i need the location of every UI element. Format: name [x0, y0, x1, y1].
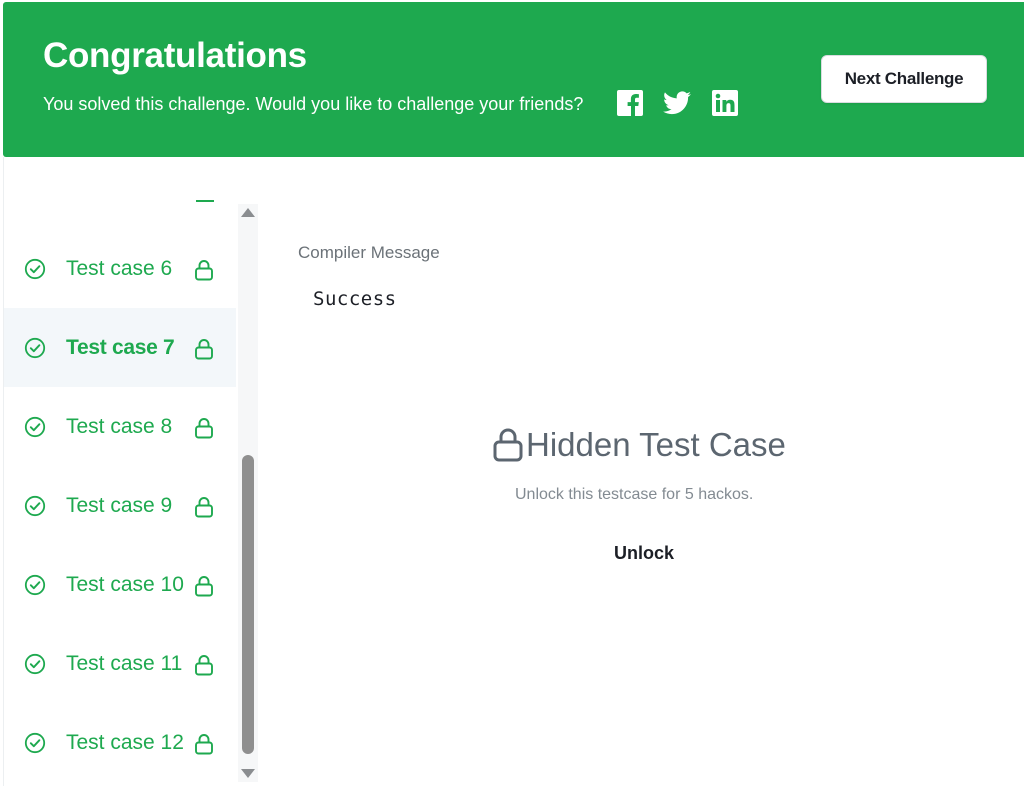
test-case-scrollbar[interactable] — [238, 204, 258, 782]
test-case-label: Test case 12 — [66, 730, 184, 754]
test-case-label: Test case 6 — [66, 256, 173, 280]
scrollbar-thumb[interactable] — [242, 455, 254, 754]
previous-item-indicator — [196, 200, 214, 202]
hidden-test-case-title: Hidden Test Case — [526, 426, 786, 463]
lock-icon — [195, 496, 213, 517]
linkedin-icon[interactable] — [711, 89, 739, 117]
lock-icon — [195, 654, 213, 675]
test-case-item[interactable]: Test case 8 — [4, 387, 236, 466]
check-circle-icon — [24, 653, 46, 674]
banner-subtitle: You solved this challenge. Would you lik… — [43, 94, 584, 114]
test-case-item[interactable]: Test case 12 — [4, 703, 236, 782]
test-case-item[interactable]: Test case 9 — [4, 466, 236, 545]
check-circle-icon — [24, 337, 46, 358]
test-case-label: Test case 10 — [66, 572, 184, 596]
facebook-icon[interactable] — [616, 89, 644, 117]
test-case-label: Test case 9 — [66, 493, 173, 517]
test-case-label: Test case 11 — [66, 651, 183, 675]
next-challenge-button[interactable]: Next Challenge — [821, 55, 987, 103]
unlock-button[interactable]: Unlock — [604, 540, 684, 566]
lock-icon — [195, 259, 213, 280]
lock-icon — [195, 338, 213, 359]
test-case-panel: Test case 6 Test case 7 Test case 8 Test… — [3, 157, 259, 786]
compiler-message-label: Compiler Message — [298, 243, 440, 262]
test-case-label: Test case 7 — [66, 335, 175, 359]
check-circle-icon — [24, 495, 46, 516]
lock-icon — [195, 417, 213, 438]
check-circle-icon — [24, 574, 46, 595]
success-banner: Congratulations You solved this challeng… — [3, 2, 1024, 157]
test-case-list: Test case 6 Test case 7 Test case 8 Test… — [4, 229, 236, 782]
lock-icon — [195, 575, 213, 596]
test-case-item[interactable]: Test case 10 — [4, 545, 236, 624]
unlock-description: Unlock this testcase for 5 hackos. — [515, 486, 754, 503]
scroll-down-arrow-icon[interactable] — [241, 769, 255, 778]
lock-icon — [493, 428, 523, 462]
check-circle-icon — [24, 732, 46, 753]
check-circle-icon — [24, 258, 46, 279]
test-case-label: Test case 8 — [66, 414, 173, 438]
twitter-icon[interactable] — [663, 89, 691, 117]
test-case-item-active[interactable]: Test case 7 — [4, 308, 236, 387]
test-case-item[interactable]: Test case 6 — [4, 229, 236, 308]
scroll-up-arrow-icon[interactable] — [241, 208, 255, 217]
lock-icon — [195, 733, 213, 754]
test-case-item[interactable]: Test case 11 — [4, 624, 236, 703]
check-circle-icon — [24, 416, 46, 437]
banner-title: Congratulations — [43, 36, 307, 75]
compiler-message-output: Success — [313, 288, 397, 310]
hidden-test-case-heading: Hidden Test Case — [492, 423, 786, 467]
